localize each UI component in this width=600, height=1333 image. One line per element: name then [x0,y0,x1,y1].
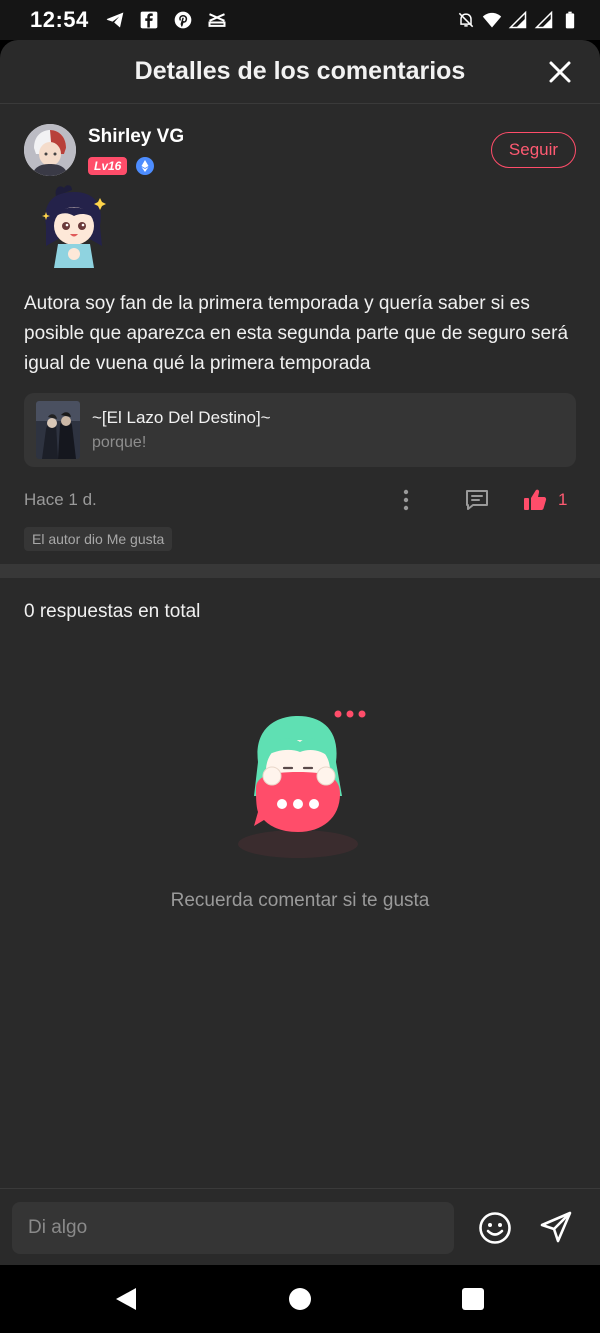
book-title: ~[El Lazo Del Destino]~ [92,408,271,427]
telegram-icon [106,12,124,28]
close-icon[interactable] [546,58,574,86]
author-liked-tag: El autor dio Me gusta [24,527,173,551]
system-icons [456,10,580,30]
capcut-icon [208,13,226,27]
emoji-icon[interactable] [478,1211,512,1245]
sticker-image [42,185,106,268]
verified-badge-icon [136,157,155,175]
signal-icon [508,10,527,29]
reply-icon[interactable] [464,487,490,513]
status-bar: 12:54 [0,0,600,40]
signal-icon [534,10,553,29]
user-badges: Lv16 [88,156,184,176]
sheet-header: Detalles de los comentarios [0,40,600,104]
status-time: 12:54 [30,7,89,32]
comment-details-sheet: Detalles de los comentarios Shirley VG L… [0,40,600,1265]
comment-timestamp: Hace 1 d. [24,490,97,509]
like-button[interactable]: 1 [522,487,567,513]
comment-input-bar [0,1188,600,1265]
empty-replies-message: Recuerda comentar si te gusta [170,890,430,911]
user-meta: Shirley VG Lv16 [88,124,184,176]
like-count: 1 [558,490,568,509]
comment-actions: Hace 1 d. 1 [24,487,576,513]
comment-text: Autora soy fan de la primera temporada y… [24,293,569,374]
section-divider [0,564,600,578]
send-icon[interactable] [538,1209,574,1245]
username[interactable]: Shirley VG [88,126,184,148]
notification-icons [105,10,227,30]
recent-apps-icon[interactable] [462,1288,484,1310]
follow-button-wrapper: Seguir [491,132,576,168]
book-info: ~[El Lazo Del Destino]~ porque! [92,408,271,452]
back-icon[interactable] [114,1286,138,1312]
facebook-icon [140,11,158,29]
thumbs-up-icon [524,489,547,510]
empty-replies-illustration [238,710,366,858]
comment-card: Shirley VG Lv16 Seguir Autora soy fan de… [0,104,600,551]
book-card[interactable]: ~[El Lazo Del Destino]~ porque! [24,393,576,467]
home-icon[interactable] [289,1288,311,1310]
book-subtitle: porque! [92,434,147,451]
pinterest-icon [174,11,192,29]
level-badge: Lv16 [88,157,128,175]
battery-icon [565,11,575,29]
book-cover-image [36,401,80,459]
system-navigation-bar [0,1265,600,1333]
mute-icon [458,12,474,28]
follow-button[interactable]: Seguir [491,132,576,168]
avatar-image [24,124,76,176]
comment-input[interactable] [12,1202,454,1254]
more-options-icon[interactable] [396,487,416,513]
page-title: Detalles de los comentarios [134,57,466,85]
wifi-icon [482,12,502,28]
replies-count: 0 respuestas en total [24,601,201,622]
avatar[interactable] [24,124,76,176]
